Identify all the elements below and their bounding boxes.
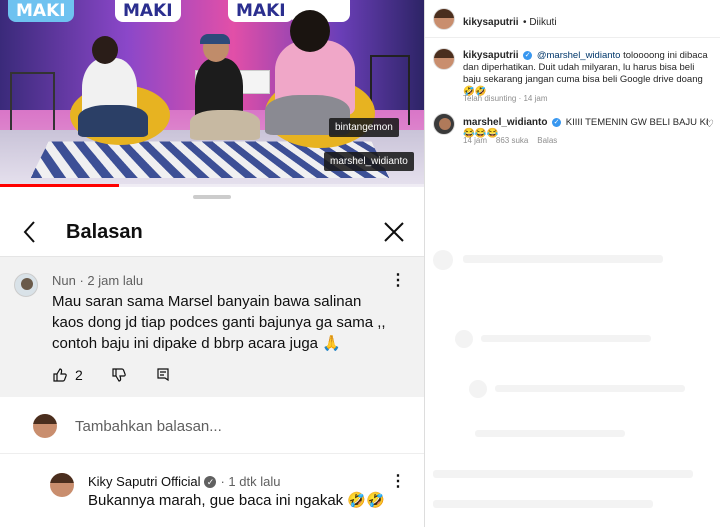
comment-text: Mau saran sama Marsel banyain bawa salin… — [52, 293, 386, 352]
more-options-icon[interactable]: ⋮ — [390, 273, 406, 291]
video-player[interactable]: MAKI MAKI MAKI bintangemon marshel_widia… — [0, 0, 424, 187]
replies-title: Balasan — [66, 221, 143, 243]
verified-check-icon: ✓ — [204, 475, 217, 488]
ig-caption: kikysaputrii ✓ @marshel_widianto toloooo… — [463, 50, 713, 98]
comment-icon — [157, 368, 169, 382]
instagram-comments: kikysaputrii • Diikuti kikysaputrii ✓ @m… — [424, 0, 720, 527]
faded-comment-line — [433, 470, 693, 478]
show-logo: MAKI — [228, 0, 294, 22]
ig-comment-likes[interactable]: 863 suka — [496, 136, 528, 145]
reply-comment: Kiky Saputri Official ✓ · 1 dtk lalu Buk… — [0, 457, 424, 527]
name-tag-marshel: marshel_widianto — [324, 152, 414, 171]
close-icon — [384, 222, 404, 242]
ig-caption-user[interactable]: kikysaputrii — [463, 50, 519, 61]
ig-comment-time: 14 jam — [463, 136, 488, 145]
reply-button[interactable] — [155, 367, 171, 383]
thumbs-down-icon — [112, 368, 126, 382]
faded-avatar — [455, 330, 473, 348]
comment-actions: 2 — [52, 364, 199, 386]
show-logo: MAKI — [115, 0, 181, 22]
reply-avatar[interactable] — [50, 473, 74, 497]
like-button[interactable]: 2 — [52, 367, 83, 383]
ig-comment-avatar[interactable] — [433, 113, 455, 135]
ig-caption-time: Telah disunting · 14 jam — [463, 94, 548, 103]
like-count: 2 — [75, 367, 83, 383]
more-options-icon[interactable]: ⋮ — [390, 474, 406, 492]
faded-comment-line — [463, 255, 663, 263]
close-button[interactable] — [380, 217, 408, 247]
ig-post-header: kikysaputrii • Diikuti — [425, 0, 720, 38]
replies-panel: Balasan Nun · 2 jam lalu ⋮ Mau saran sam… — [0, 187, 424, 527]
separator: · — [220, 474, 229, 489]
verified-badge-icon: ✓ — [552, 117, 562, 127]
studio-shelf-right — [370, 55, 410, 125]
ig-comment-meta: 14 jam 863 suka Balas — [463, 136, 557, 145]
faded-comment-line — [433, 500, 653, 508]
user-avatar — [33, 414, 57, 438]
ig-follow-status[interactable]: Diikuti — [529, 17, 556, 28]
ig-comment-user[interactable]: marshel_widianto — [463, 117, 547, 128]
name-tag-bintangemon: bintangemon — [329, 118, 399, 137]
back-button[interactable] — [16, 217, 44, 247]
ig-header-user[interactable]: kikysaputrii — [463, 17, 519, 28]
person-legs — [190, 110, 260, 140]
comment-author[interactable]: Nun — [52, 273, 76, 288]
faded-avatar — [433, 250, 453, 270]
show-logo: MAKI — [8, 0, 74, 22]
thumbs-up-icon — [53, 368, 67, 382]
faded-comment-line — [475, 430, 625, 437]
comment-time: 2 jam lalu — [87, 273, 144, 288]
reply-meta: Kiky Saputri Official ✓ · 1 dtk lalu — [88, 474, 280, 489]
faded-comment-line — [495, 385, 685, 392]
comment-meta: Nun · 2 jam lalu — [52, 273, 144, 288]
parent-comment: Nun · 2 jam lalu ⋮ Mau saran sama Marsel… — [0, 257, 424, 397]
reply-time: 1 dtk lalu — [228, 474, 281, 489]
drag-handle[interactable] — [193, 195, 231, 199]
add-reply-row[interactable]: Tambahkan balasan... — [0, 400, 424, 454]
ig-caption-avatar[interactable] — [433, 48, 455, 70]
reply-author[interactable]: Kiky Saputri Official — [88, 474, 200, 489]
ig-reply-link[interactable]: Balas — [537, 136, 557, 145]
ig-header-avatar[interactable] — [433, 8, 455, 30]
person-head — [92, 36, 118, 64]
faded-avatar — [469, 380, 487, 398]
person-head — [290, 10, 330, 52]
heart-icon[interactable]: ♡ — [705, 119, 714, 130]
reply-text: Bukannya marah, gue baca ini ngakak 🤣🤣 — [88, 492, 385, 509]
ig-mention-link[interactable]: @marshel_widianto — [537, 50, 621, 61]
commenter-avatar[interactable] — [14, 273, 38, 297]
verified-badge-icon: ✓ — [523, 50, 533, 60]
faded-comment-line — [481, 335, 651, 342]
ig-header-text: kikysaputrii • Diikuti — [463, 12, 557, 30]
chevron-left-icon — [23, 221, 35, 243]
youtube-app: MAKI MAKI MAKI bintangemon marshel_widia… — [0, 0, 424, 527]
studio-table — [10, 72, 55, 132]
dislike-button[interactable] — [111, 367, 127, 383]
cap — [200, 34, 230, 44]
add-reply-input[interactable]: Tambahkan balasan... — [75, 418, 222, 435]
replies-header: Balasan — [0, 207, 424, 257]
person-legs — [78, 105, 148, 137]
